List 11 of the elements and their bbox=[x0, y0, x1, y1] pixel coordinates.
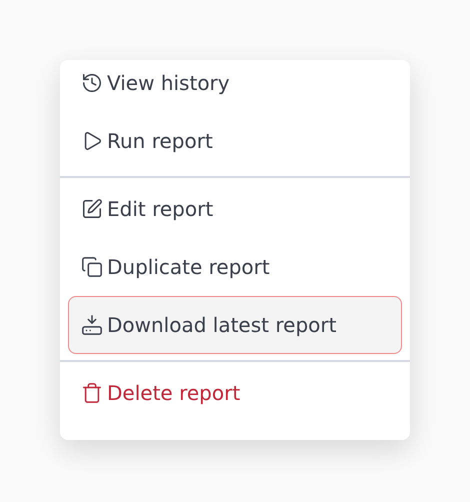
menu-item[interactable]: Delete report bbox=[68, 364, 402, 422]
history-icon bbox=[81, 72, 103, 94]
trash-icon bbox=[81, 382, 103, 404]
menu-item[interactable]: Download latest report bbox=[68, 296, 402, 354]
copy-icon bbox=[81, 256, 103, 278]
menu-item[interactable]: Duplicate report bbox=[68, 238, 402, 296]
download-icon bbox=[81, 314, 103, 336]
menu-item[interactable]: Run report bbox=[68, 112, 402, 170]
pencil-square-icon bbox=[81, 198, 103, 220]
menu-item[interactable]: Edit report bbox=[68, 180, 402, 238]
menu-item[interactable]: View history bbox=[68, 54, 402, 112]
